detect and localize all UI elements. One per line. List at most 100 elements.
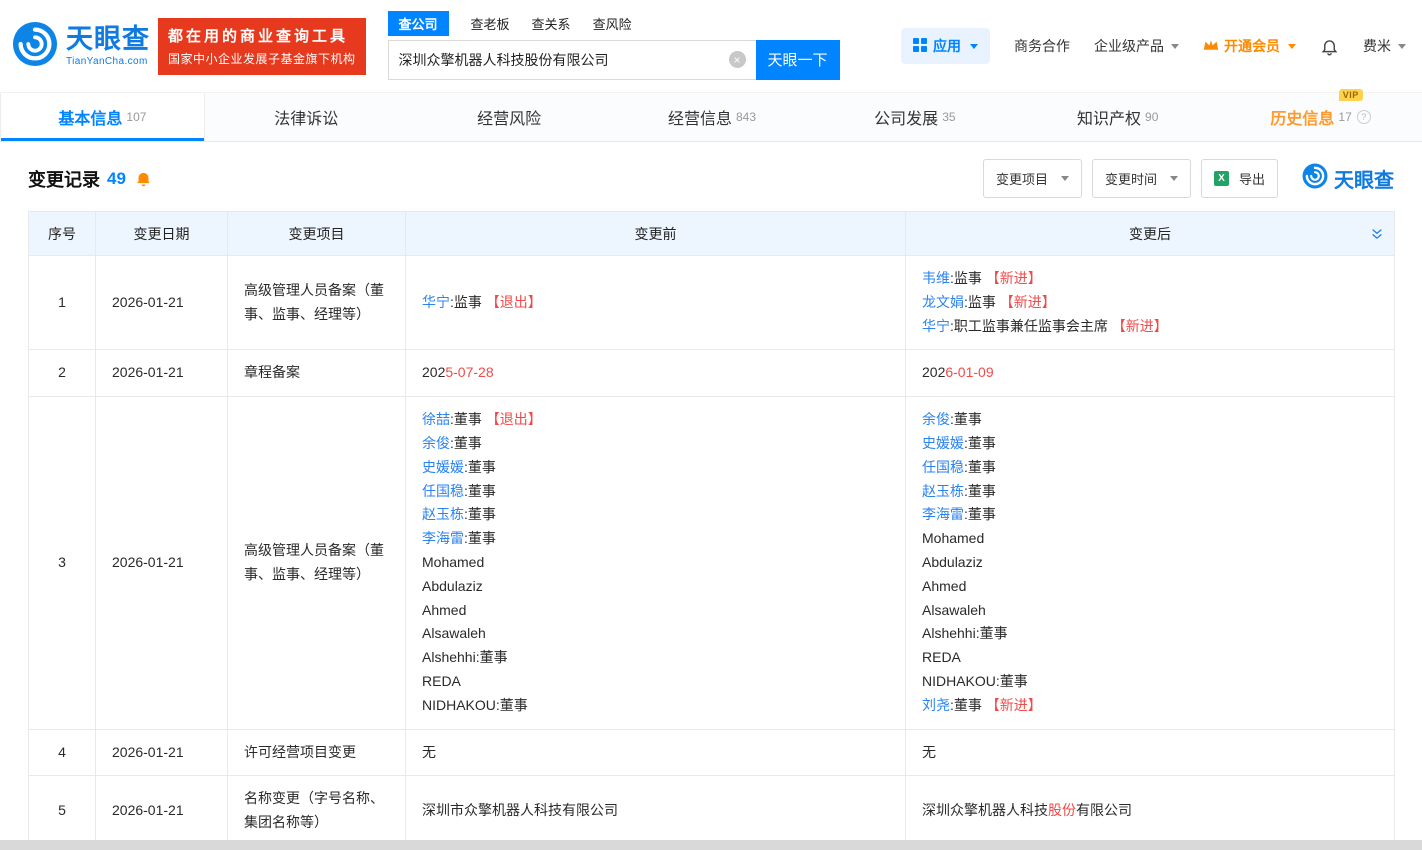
cell-after: 2026-01-09 — [906, 350, 1395, 397]
change-highlight: 股份 — [1048, 802, 1076, 818]
cell-line: 任国稳:董事 — [922, 456, 1378, 480]
person-link[interactable]: 赵玉栋 — [922, 483, 964, 499]
section-count: 49 — [107, 169, 126, 189]
filter-change-time[interactable]: 变更时间 — [1092, 159, 1191, 198]
grid-icon — [913, 38, 927, 55]
change-highlight: 【退出】 — [486, 294, 542, 310]
chevron-down-icon — [1061, 176, 1069, 181]
user-menu[interactable]: 费米 — [1363, 36, 1406, 56]
search-tab-boss[interactable]: 查老板 — [471, 14, 510, 33]
vip-label: 开通会员 — [1224, 36, 1280, 56]
person-link[interactable]: 赵玉栋 — [422, 506, 464, 522]
tab-intellectual-property[interactable]: 知识产权 90 — [1016, 93, 1219, 141]
search-tab-relation[interactable]: 查关系 — [532, 14, 571, 33]
tab-business-info[interactable]: 经营信息 843 — [611, 93, 814, 141]
cell-line: 赵玉栋:董事 — [922, 480, 1378, 504]
person-link[interactable]: 任国稳 — [922, 459, 964, 475]
cell-text: 202 — [922, 364, 945, 380]
search-tab-company[interactable]: 查公司 — [388, 11, 449, 36]
banner-line2: 国家中小企业发展子基金旗下机构 — [168, 50, 356, 67]
search-input[interactable] — [399, 52, 729, 68]
chevron-down-icon — [1288, 44, 1296, 49]
search-tab-risk[interactable]: 查风险 — [593, 14, 632, 33]
cell-line: 无 — [922, 741, 1378, 765]
person-link[interactable]: 韦维 — [922, 270, 950, 286]
person-link[interactable]: 余俊 — [922, 411, 950, 427]
tab-history-info[interactable]: VIP 历史信息 17 — [1219, 93, 1422, 141]
header-right: 应用 商务合作 企业级产品 开通会员 — [901, 28, 1406, 64]
tab-operating-risk[interactable]: 经营风险 — [408, 93, 611, 141]
cell-text: Alshehhi:董事 — [422, 649, 508, 665]
search-button[interactable]: 天眼一下 — [756, 40, 840, 80]
cell-text: :监事 — [950, 270, 986, 286]
tianyancha-logo[interactable]: 天眼查 TianYanCha.com — [12, 21, 150, 72]
cell-line: 2025-07-28 — [422, 361, 889, 385]
person-link[interactable]: 余俊 — [422, 435, 450, 451]
cell-text: REDA — [922, 649, 961, 665]
cell-line: Abdulaziz — [922, 551, 1378, 575]
cell-line: REDA — [422, 670, 889, 694]
person-link[interactable]: 徐喆 — [422, 411, 450, 427]
cell-text: :董事 — [464, 483, 496, 499]
apps-button[interactable]: 应用 — [901, 28, 990, 64]
person-link[interactable]: 李海雷 — [422, 530, 464, 546]
cell-line: 徐喆:董事 【退出】 — [422, 408, 889, 432]
search-row: 天眼一下 — [388, 40, 840, 80]
chevron-down-icon — [970, 44, 978, 49]
section-actions: 变更项目 变更时间 导出 天眼查 — [983, 159, 1394, 198]
cell-text: 深圳市众擎机器人科技有限公司 — [422, 802, 618, 818]
person-link[interactable]: 刘尧 — [922, 697, 950, 713]
tab-label: 历史信息 — [1270, 105, 1334, 129]
cell-text: Mohamed — [422, 554, 484, 570]
person-link[interactable]: 李海雷 — [922, 506, 964, 522]
vip-upgrade-link[interactable]: 开通会员 — [1203, 36, 1296, 56]
person-link[interactable]: 史媛媛 — [922, 435, 964, 451]
section-title: 变更记录 — [28, 166, 100, 192]
change-highlight: 【新进】 — [1000, 294, 1056, 310]
cell-line: 2026-01-09 — [922, 361, 1378, 385]
cell-line: NIDHAKOU:董事 — [422, 694, 889, 718]
search-tabs: 查公司 查老板 查关系 查风险 — [388, 13, 840, 35]
person-link[interactable]: 华宁 — [422, 294, 450, 310]
person-link[interactable]: 任国稳 — [422, 483, 464, 499]
person-link[interactable]: 龙文娟 — [922, 294, 964, 310]
cell-line: 史媛媛:董事 — [922, 432, 1378, 456]
cell-line: 李海雷:董事 — [922, 503, 1378, 527]
clear-search-icon[interactable] — [729, 51, 746, 68]
cell-text: :董事 — [464, 459, 496, 475]
cell-text: Abdulaziz — [922, 554, 983, 570]
table-row: 12026-01-21高级管理人员备案（董事、监事、经理等）华宁:监事 【退出】… — [29, 256, 1395, 350]
cell-before: 华宁:监事 【退出】 — [406, 256, 906, 350]
question-circle-icon — [1357, 110, 1371, 124]
table-row: 22026-01-21章程备案2025-07-282026-01-09 — [29, 350, 1395, 397]
cell-line: Alsawaleh — [922, 599, 1378, 623]
tab-legal-proceedings[interactable]: 法律诉讼 — [205, 93, 408, 141]
change-highlight: 【新进】 — [986, 697, 1042, 713]
cell-before: 2025-07-28 — [406, 350, 906, 397]
cell-before: 深圳市众擎机器人科技有限公司 — [406, 776, 906, 847]
filter-change-project[interactable]: 变更项目 — [983, 159, 1082, 198]
horizontal-scrollbar[interactable] — [0, 840, 1422, 850]
notification-bell-icon[interactable] — [1320, 37, 1339, 56]
export-button[interactable]: 导出 — [1201, 159, 1278, 198]
person-link[interactable]: 华宁 — [922, 318, 950, 334]
subscribe-bell-icon[interactable] — [135, 170, 152, 187]
tab-basic-info[interactable]: 基本信息 107 — [0, 93, 205, 141]
col-header-seq: 序号 — [29, 212, 96, 256]
change-highlight: 5-07-28 — [445, 364, 493, 380]
cell-text: Alshehhi:董事 — [922, 625, 1008, 641]
cell-text: :职工监事兼任监事会主席 — [950, 318, 1112, 334]
cell-text: :董事 — [964, 506, 996, 522]
cell-seq: 5 — [29, 776, 96, 847]
cell-text: REDA — [422, 673, 461, 689]
col-header-date: 变更日期 — [96, 212, 228, 256]
tab-company-development[interactable]: 公司发展 35 — [813, 93, 1016, 141]
enterprise-product-link[interactable]: 企业级产品 — [1094, 36, 1179, 56]
person-link[interactable]: 史媛媛 — [422, 459, 464, 475]
cell-date: 2026-01-21 — [96, 350, 228, 397]
cell-seq: 2 — [29, 350, 96, 397]
cell-text: :董事 — [950, 411, 982, 427]
export-label: 导出 — [1239, 169, 1265, 188]
business-cooperation-link[interactable]: 商务合作 — [1014, 36, 1070, 56]
collapse-double-chevron-icon[interactable] — [1370, 227, 1384, 241]
